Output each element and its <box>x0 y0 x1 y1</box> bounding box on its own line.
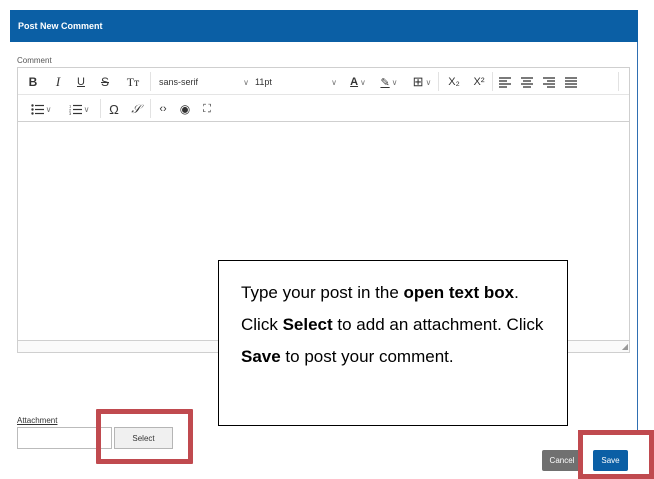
table-button[interactable]: ⊞ ∨ <box>408 73 436 91</box>
toolbar-separator <box>150 72 151 91</box>
instruction-callout: Type your post in the open text box. Cli… <box>218 260 568 426</box>
align-center-button[interactable] <box>520 73 534 91</box>
callout-emphasis: open text box <box>403 283 515 302</box>
chevron-down-icon: ∨ <box>391 77 398 87</box>
numbered-list-icon: 123 <box>69 104 82 115</box>
bold-button[interactable]: B <box>26 73 40 91</box>
toolbar-separator <box>492 72 493 91</box>
align-right-button[interactable] <box>542 73 556 91</box>
font-family-select[interactable]: sans-serif ∨ <box>159 73 249 91</box>
dialog-border <box>637 42 638 430</box>
superscript-button[interactable]: X² <box>470 73 488 91</box>
editor-toolbar-row-1: B I U S Tт sans-serif ∨ 11pt ∨ A ∨ ✎ ∨ ⊞… <box>18 68 629 95</box>
align-justify-icon <box>565 76 577 88</box>
chevron-down-icon: ∨ <box>83 104 90 114</box>
chevron-down-icon: ∨ <box>243 77 249 87</box>
chevron-down-icon: ∨ <box>425 77 432 87</box>
highlighter-icon: ✎ <box>380 76 390 89</box>
bullet-list-icon <box>30 103 44 115</box>
attachment-label: Attachment <box>17 416 58 425</box>
font-size-icon[interactable]: Tт <box>122 73 144 91</box>
align-left-icon <box>499 76 511 88</box>
callout-text: to add an attachment. Click <box>332 315 544 334</box>
link-button[interactable]: 𝒮 <box>128 100 144 118</box>
svg-text:3: 3 <box>69 111 72 115</box>
highlight-color-button[interactable]: ✎ ∨ <box>376 73 402 91</box>
align-right-icon <box>543 76 555 88</box>
chevron-down-icon: ∨ <box>45 104 52 114</box>
strikethrough-button[interactable]: S <box>98 73 112 91</box>
resize-handle-icon[interactable]: ◢ <box>622 343 628 351</box>
toolbar-separator <box>438 72 439 91</box>
special-character-button[interactable]: Ω <box>106 100 122 118</box>
preview-eye-icon[interactable]: ◉ <box>177 100 193 118</box>
toolbar-separator <box>100 99 101 118</box>
dialog-title: Post New Comment <box>10 10 638 42</box>
underline-button[interactable]: U <box>74 73 88 91</box>
select-highlight-box <box>96 409 193 464</box>
editor-toolbar-row-2: ∨ 123 ∨ Ω 𝒮 ‹› ◉ ⛶ <box>18 95 629 122</box>
callout-emphasis: Save <box>241 347 281 366</box>
save-highlight-box <box>578 430 654 479</box>
source-code-button[interactable]: ‹› <box>155 100 171 118</box>
font-family-value: sans-serif <box>159 77 199 87</box>
chevron-down-icon: ∨ <box>331 77 337 87</box>
subscript-button[interactable]: X₂ <box>445 73 463 91</box>
callout-text: to post your comment. <box>280 347 454 366</box>
callout-emphasis: Select <box>282 315 333 334</box>
font-size-select[interactable]: 11pt ∨ <box>255 73 337 91</box>
table-icon: ⊞ <box>412 74 424 89</box>
fullscreen-icon[interactable]: ⛶ <box>199 100 215 118</box>
chevron-down-icon: ∨ <box>360 77 366 87</box>
text-color-button[interactable]: A ∨ <box>345 73 371 91</box>
toolbar-separator <box>618 72 619 91</box>
font-size-value: 11pt <box>255 77 272 87</box>
align-center-icon <box>521 76 533 88</box>
cancel-button[interactable]: Cancel <box>542 450 582 471</box>
comment-label: Comment <box>17 56 52 65</box>
text-color-icon: A <box>350 76 359 88</box>
toolbar-separator <box>150 99 151 118</box>
align-left-button[interactable] <box>498 73 512 91</box>
numbered-list-button[interactable]: 123 ∨ <box>64 100 94 118</box>
align-justify-button[interactable] <box>564 73 578 91</box>
bullet-list-button[interactable]: ∨ <box>26 100 56 118</box>
italic-button[interactable]: I <box>51 73 65 91</box>
callout-text: Type your post in the <box>241 283 404 302</box>
